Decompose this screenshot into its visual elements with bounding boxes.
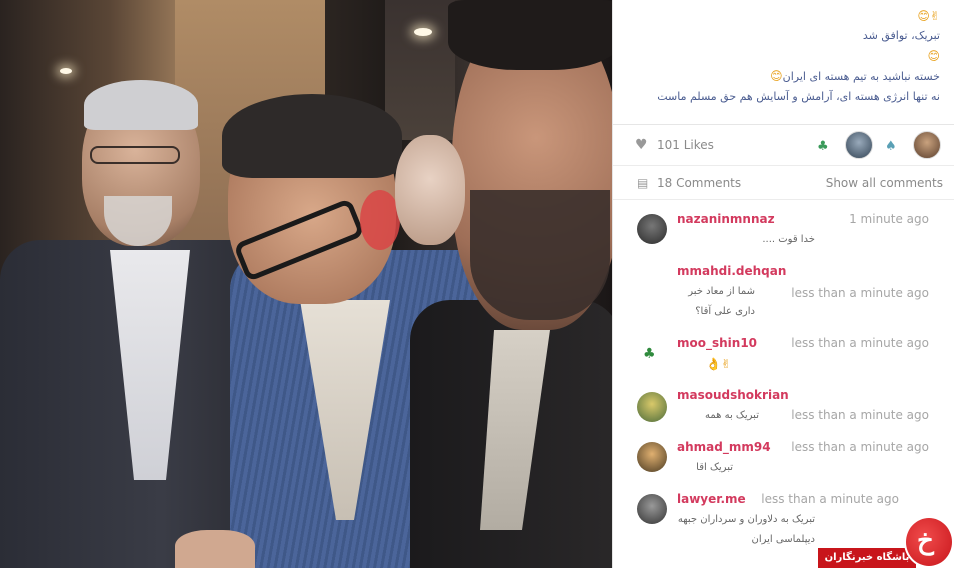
comment-text: تبریک به دلاوران و سرداران جبهه دیپلماسی… — [677, 514, 815, 545]
post-caption: ✌😊 تبریک، توافق شد 😊 خسته نباشید به تیم … — [620, 6, 940, 107]
comments-count: 18 Comments — [657, 176, 742, 190]
caption-line: خسته نباشید به تیم هسته ای ایران😊 — [770, 69, 940, 83]
comment-text: ✌👌 — [706, 357, 731, 371]
comment-username[interactable]: masoudshokrian — [677, 388, 789, 402]
comment-text: تبریک به همه — [705, 410, 759, 421]
ceiling-light — [60, 68, 72, 74]
watermark-letter: خ — [917, 526, 934, 556]
photo-wall-panel-2 — [385, 0, 455, 140]
likes-row: ♥ 101 Likes ♣ ♠ — [613, 124, 954, 166]
hand — [175, 530, 255, 568]
avatar[interactable] — [637, 392, 667, 422]
heart-icon[interactable]: ♥ — [635, 137, 648, 153]
comment-time: less than a minute ago — [791, 440, 929, 454]
caption-line: تبریک، توافق شد — [862, 29, 940, 42]
likes-count[interactable]: 101 Likes — [657, 138, 714, 152]
watermark-logo-icon: خ — [904, 516, 954, 568]
smile-emoji: 😊 — [770, 69, 783, 83]
avatar[interactable] — [637, 494, 667, 524]
avatar[interactable] — [637, 442, 667, 472]
leaf-icon: ♣ — [643, 346, 656, 362]
leaf-icon: ♠ — [885, 139, 897, 154]
comment-time: less than a minute ago — [761, 492, 899, 506]
avatar[interactable] — [637, 214, 667, 244]
comment-text: خدا قوت .... — [762, 234, 815, 245]
post-photo — [0, 0, 612, 568]
caption-emoji: 😊 — [927, 49, 940, 63]
comment-time: less than a minute ago — [791, 286, 929, 300]
comment-username[interactable]: moo_shin10 — [677, 336, 757, 350]
ceiling-light — [414, 28, 432, 36]
comment-time: less than a minute ago — [791, 408, 929, 422]
person-background — [395, 135, 465, 245]
watermark-label: باشگاه خبرنگاران — [818, 548, 916, 568]
comment-username[interactable]: ahmad_mm94 — [677, 440, 771, 454]
comment-text: تبریک اقا — [696, 462, 733, 473]
comment-username[interactable]: mmahdi.dehqan — [677, 264, 786, 278]
liker-avatar[interactable] — [913, 131, 941, 159]
show-all-comments-link[interactable]: Show all comments — [826, 176, 943, 190]
leaf-icon: ♣ — [817, 139, 829, 154]
caption-line: نه تنها انرژی هسته ای، آرامش و آسایش هم … — [657, 90, 940, 103]
comment-text: شما از معاد خبر داری علی آقا؟ — [688, 286, 755, 317]
post-detail-panel: ✌😊 تبریک، توافق شد 😊 خسته نباشید به تیم … — [612, 0, 954, 568]
caption-emoji: ✌😊 — [917, 9, 940, 23]
comment-username[interactable]: nazaninmnnaz — [677, 212, 775, 226]
comment-icon: ▤ — [637, 176, 649, 190]
comment-username[interactable]: lawyer.me — [677, 492, 746, 506]
comment-time: less than a minute ago — [791, 336, 929, 350]
comment-time: 1 minute ago — [849, 212, 929, 226]
liker-avatar[interactable] — [845, 131, 873, 159]
comments-bar: ▤ 18 Comments Show all comments — [613, 166, 954, 200]
